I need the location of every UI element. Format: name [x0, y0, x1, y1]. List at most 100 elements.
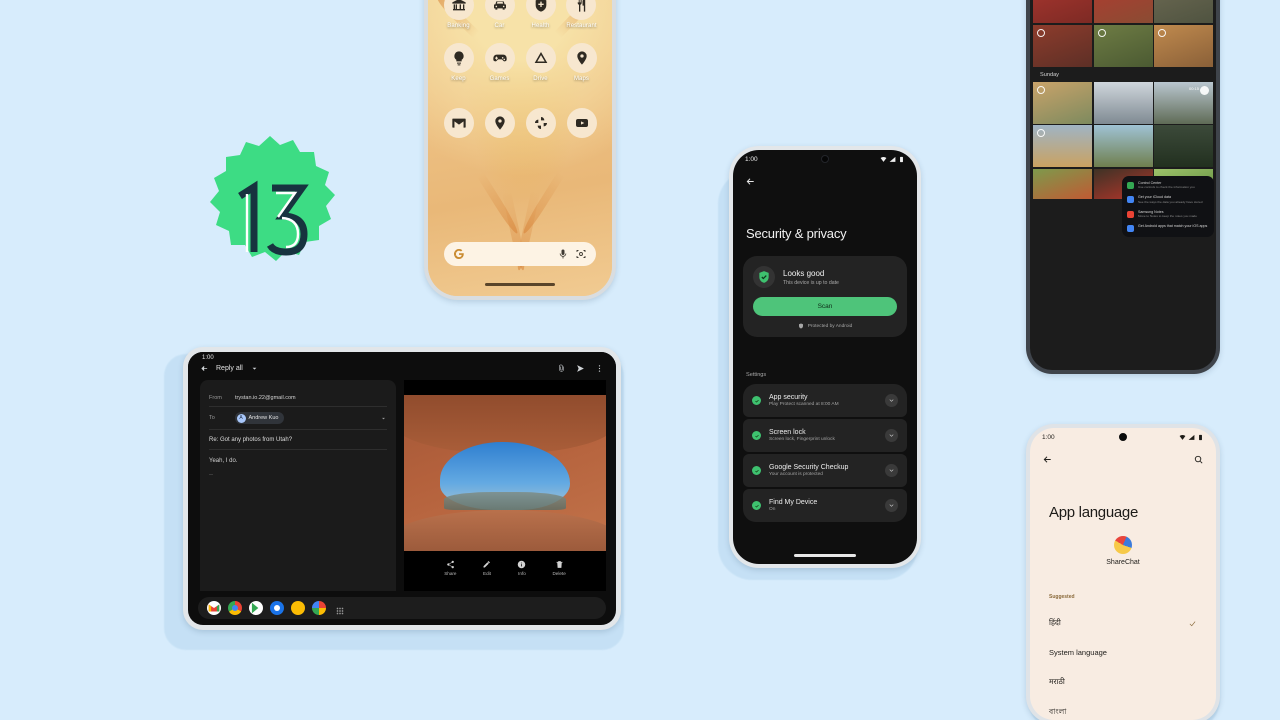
status-time: 1:00 [745, 155, 758, 163]
photo-grid-recent [1030, 0, 1216, 67]
settings-item-app-security[interactable]: App security Play Protect scanned at 8:0… [743, 384, 907, 417]
keep-bulb-icon [443, 43, 474, 73]
recipient-chip[interactable]: A Andrew Kuo [235, 412, 285, 424]
notification-item[interactable]: Samsung Notes Move to Notes to keep the … [1127, 210, 1209, 219]
app-drive[interactable]: Drive [525, 43, 556, 82]
utah-arch-photo[interactable] [404, 395, 606, 551]
photo-cell[interactable]: 00:15 [1154, 81, 1213, 124]
chevron-down-icon[interactable] [380, 415, 387, 422]
settings-item-find-my-device[interactable]: Find My Device On [743, 489, 907, 522]
info-action[interactable]: Info [517, 560, 526, 576]
chevron-down-icon[interactable] [250, 364, 259, 373]
expand-button[interactable] [885, 464, 898, 477]
attach-icon[interactable] [557, 364, 566, 373]
dock-photos[interactable] [525, 108, 556, 138]
expand-button[interactable] [885, 394, 898, 407]
language-row-marathi[interactable]: मराठी [1030, 667, 1216, 697]
back-arrow-icon[interactable] [1042, 454, 1053, 465]
dock-maps[interactable] [484, 108, 515, 138]
photo-cell[interactable] [1154, 0, 1213, 23]
photo-cell[interactable] [1033, 81, 1092, 124]
app-label: Restaurant [566, 23, 597, 29]
delete-action[interactable]: Delete [552, 560, 566, 576]
language-row-bengali[interactable]: বাংলা [1030, 697, 1216, 720]
microphone-icon[interactable] [557, 248, 569, 260]
photo-cell[interactable] [1154, 125, 1213, 167]
selection-circle[interactable] [1097, 28, 1106, 37]
google-search-bar[interactable] [444, 242, 596, 266]
search-icon[interactable] [1193, 454, 1204, 465]
photo-cell[interactable] [1093, 0, 1153, 23]
selection-circle[interactable] [1037, 85, 1045, 94]
photo-cell[interactable] [1093, 125, 1153, 167]
photo-cell[interactable] [1033, 24, 1092, 67]
expand-button[interactable] [885, 429, 898, 442]
google-lens-icon[interactable] [575, 248, 587, 260]
action-label: Share [444, 571, 457, 576]
taskbar-gmail[interactable] [207, 601, 221, 615]
to-row[interactable]: To A Andrew Kuo [209, 407, 387, 430]
app-health[interactable]: Health [525, 0, 556, 29]
taskbar-photos[interactable] [312, 601, 326, 615]
taskbar-play-store[interactable] [249, 601, 263, 615]
protected-by-android: Protected by Android [753, 323, 897, 329]
language-label: বাংলা [1049, 707, 1067, 716]
settings-item-screen-lock[interactable]: Screen lock Screen lock, Fingerprint unl… [743, 419, 907, 452]
selection-circle[interactable] [1158, 28, 1166, 37]
app-keep[interactable]: Keep [443, 43, 474, 82]
reply-all-label[interactable]: Reply all [216, 365, 243, 372]
dock-youtube[interactable] [566, 108, 597, 138]
back-arrow-icon[interactable] [200, 364, 209, 373]
edit-action[interactable]: Edit [482, 560, 491, 576]
send-icon[interactable] [576, 364, 585, 373]
body-field[interactable]: Yeah, I do. [209, 450, 387, 464]
language-list: हिंदी System language मराठी বাংলা [1030, 608, 1216, 720]
notification-item[interactable]: Get Android apps that match your iOS app… [1127, 224, 1209, 233]
security-status-card: Looks good This device is up to date Sca… [743, 256, 907, 337]
notification-item[interactable]: Control Center Use controls to check the… [1127, 181, 1209, 190]
photo-cell[interactable] [1093, 81, 1153, 124]
settings-item-google-security-checkup[interactable]: Google Security Checkup Your account is … [743, 454, 907, 487]
app-grid-icon[interactable] [335, 603, 345, 615]
subject-field[interactable]: Re: Got any photos from Utah? [209, 430, 387, 450]
android-13-badge-icon [210, 136, 335, 261]
language-row-hindi[interactable]: हिंदी [1030, 608, 1216, 638]
photo-cell[interactable] [1033, 125, 1092, 167]
photo-cell[interactable] [1033, 0, 1092, 23]
app-label: Drive [533, 76, 548, 82]
app-label: Banking [447, 23, 470, 29]
app-games[interactable]: Games [484, 43, 515, 82]
app-banking[interactable]: Banking [443, 0, 474, 29]
signal-icon [889, 156, 896, 162]
app-car[interactable]: Car [484, 0, 515, 29]
taskbar-keep[interactable] [291, 601, 305, 615]
photo-cell[interactable] [1154, 24, 1213, 67]
restaurant-icon [566, 0, 597, 20]
app-label: Maps [573, 76, 590, 82]
phone-screen: Banking Car Health Restaurant Keep Games… [428, 0, 612, 296]
phone-frame: Banking Car Health Restaurant Keep Games… [424, 0, 616, 300]
share-action[interactable]: Share [444, 560, 456, 576]
phone-frame: 1:00 App language ShareChat Suggested हि… [1026, 424, 1220, 720]
scan-button[interactable]: Scan [753, 297, 897, 316]
status-headline: Looks good [783, 268, 825, 278]
overflow-menu-icon[interactable] [595, 364, 604, 373]
expand-button[interactable] [885, 499, 898, 512]
edit-icon [483, 561, 491, 568]
selection-circle[interactable] [1037, 28, 1045, 37]
back-button[interactable] [745, 174, 756, 192]
protected-shield-icon [798, 323, 803, 329]
showcase-stage: Banking Car Health Restaurant Keep Games… [0, 0, 1280, 720]
app-restaurant[interactable]: Restaurant [566, 0, 597, 29]
app-maps[interactable]: Maps [566, 43, 597, 82]
dock-gmail[interactable] [443, 108, 474, 138]
selection-circle[interactable] [1037, 129, 1045, 137]
taskbar-camera[interactable] [270, 601, 284, 615]
notification-item[interactable]: Get your iCloud data See the ways the da… [1127, 195, 1209, 204]
settings-section-label: Settings [746, 372, 767, 378]
gmail-icon [443, 108, 474, 138]
language-row-system[interactable]: System language [1030, 638, 1216, 667]
photo-cell[interactable] [1093, 24, 1153, 67]
taskbar-chrome[interactable] [228, 601, 242, 615]
photo-cell[interactable] [1033, 168, 1092, 199]
